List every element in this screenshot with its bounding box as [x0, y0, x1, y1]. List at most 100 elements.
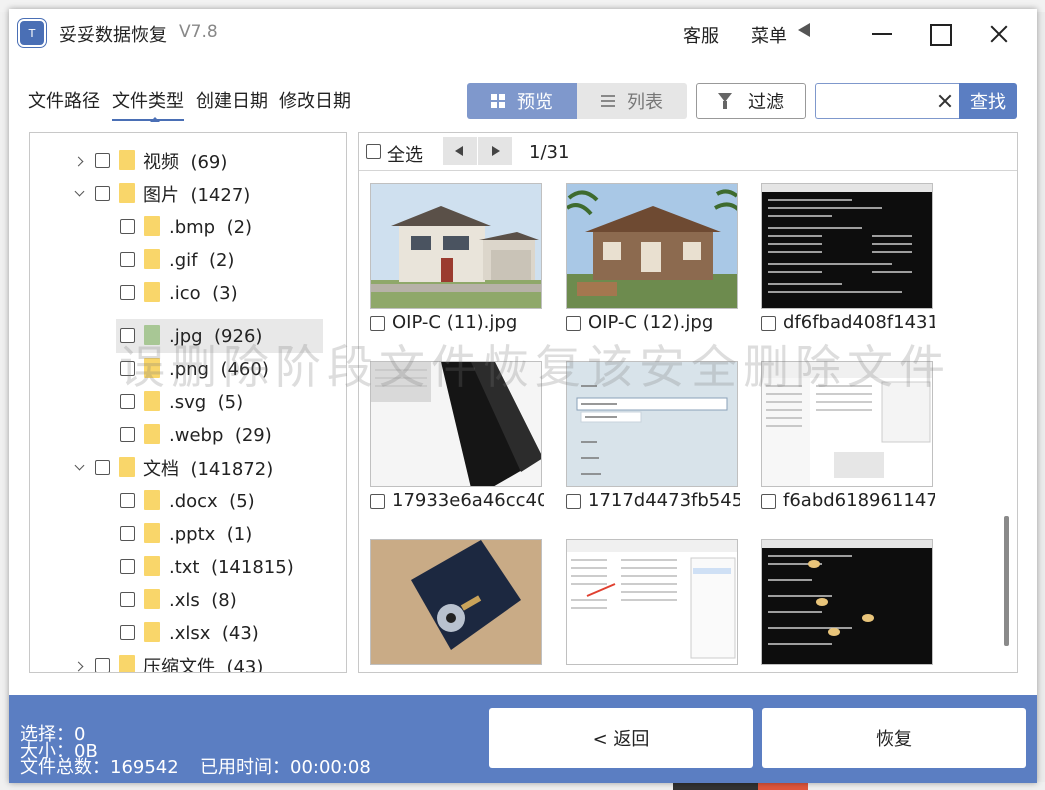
list-view-label: 列表	[627, 92, 663, 113]
minimize-button[interactable]	[862, 17, 902, 51]
tree-checkbox[interactable]	[120, 394, 135, 409]
folder-icon	[119, 457, 135, 477]
thumbnail-checkbox[interactable]	[566, 672, 581, 673]
tree-item-label: .png (460)	[169, 358, 269, 380]
thumbnail-checkbox[interactable]	[370, 494, 385, 509]
tree-item-label: .docx (5)	[169, 490, 255, 512]
tree-checkbox[interactable]	[120, 526, 135, 541]
thumbnail-item[interactable]	[370, 539, 542, 665]
terminal-screenshot-thumbnail	[762, 540, 932, 664]
thumbnail-item[interactable]	[761, 183, 933, 309]
thumbnail-checkbox[interactable]	[566, 316, 581, 331]
tree-item-gif[interactable]: .gif (2)	[30, 245, 325, 275]
back-button[interactable]: < 返回	[489, 708, 753, 768]
file-preview-grid: 全选 1/31 OIP-C (11).jpg OIP-C (12).jpg df…	[358, 132, 1018, 673]
tree-checkbox[interactable]	[120, 592, 135, 607]
list-view-button[interactable]: 列表	[577, 83, 687, 119]
tree-item-label: .jpg (926)	[169, 325, 263, 347]
tree-item-bmp[interactable]: .bmp (2)	[30, 212, 325, 242]
menu-arrow-icon	[798, 23, 810, 37]
tree-checkbox[interactable]	[120, 328, 135, 343]
tab-file-path[interactable]: 文件路径	[28, 87, 100, 113]
tree-checkbox[interactable]	[120, 285, 135, 300]
tree-item-png[interactable]: .png (460)	[30, 354, 325, 384]
tree-item-pptx[interactable]: .pptx (1)	[30, 519, 325, 549]
customer-service-link[interactable]: 客服	[683, 22, 719, 48]
tree-checkbox[interactable]	[95, 460, 110, 475]
folder-icon	[144, 216, 160, 236]
tree-item-txt[interactable]: .txt (141815)	[30, 552, 325, 582]
folder-icon	[144, 249, 160, 269]
preview-view-label: 预览	[517, 92, 553, 113]
tree-item-archives[interactable]: 压缩文件 (43)	[30, 651, 325, 672]
grid-scrollbar[interactable]	[1004, 516, 1009, 646]
tree-item-label: .svg (5)	[169, 391, 244, 413]
tree-item-svg[interactable]: .svg (5)	[30, 387, 325, 417]
tree-checkbox[interactable]	[95, 658, 110, 672]
tree-item-documents[interactable]: 文档 (141872)	[30, 453, 325, 483]
tree-item-images[interactable]: 图片 (1427)	[30, 179, 325, 209]
filter-button[interactable]: 过滤	[696, 83, 806, 119]
tab-created-date[interactable]: 创建日期	[196, 87, 268, 113]
clear-search-icon[interactable]	[934, 90, 956, 112]
prev-page-button[interactable]	[443, 137, 477, 165]
thumbnail-checkbox[interactable]	[761, 494, 776, 509]
search-input[interactable]	[820, 88, 920, 114]
preview-view-button[interactable]: 预览	[467, 83, 577, 119]
thumbnail-item[interactable]	[761, 361, 933, 487]
tree-checkbox[interactable]	[120, 361, 135, 376]
tree-item-label: 文档 (141872)	[143, 459, 274, 480]
tree-item-ico[interactable]: .ico (3)	[30, 278, 325, 308]
tree-item-label: 图片 (1427)	[143, 185, 251, 206]
tree-checkbox[interactable]	[95, 186, 110, 201]
menu-button[interactable]: 菜单	[751, 22, 787, 48]
tree-item-jpg[interactable]: .jpg (926)	[30, 321, 325, 351]
tree-item-xlsx[interactable]: .xlsx (43)	[30, 618, 325, 648]
tree-item-video[interactable]: 视频 (69)	[30, 146, 325, 176]
app-logo-icon: T	[18, 19, 46, 47]
explorer-screenshot-thumbnail	[762, 362, 932, 486]
tree-checkbox[interactable]	[120, 559, 135, 574]
thumbnail-item[interactable]	[566, 183, 738, 309]
thumbnail-checkbox[interactable]	[761, 316, 776, 331]
tree-item-xls[interactable]: .xls (8)	[30, 585, 325, 615]
expand-chevron-icon[interactable]	[75, 662, 85, 672]
search-button[interactable]: 查找	[959, 83, 1017, 119]
maximize-button[interactable]	[919, 17, 959, 51]
thumbnail-filename: OIP-C (11).jpg	[392, 312, 518, 333]
thumbnail-checkbox[interactable]	[761, 672, 776, 673]
thumbnail-checkbox[interactable]	[370, 672, 385, 673]
next-page-button[interactable]	[478, 137, 512, 165]
elapsed-time: 已用时间：00:00:08	[200, 757, 371, 778]
thumbnail-item[interactable]	[566, 539, 738, 665]
thumbnail-item[interactable]	[370, 183, 542, 309]
folder-icon	[119, 655, 135, 672]
tab-modified-date[interactable]: 修改日期	[279, 87, 351, 113]
thumbnail-item[interactable]	[761, 539, 933, 665]
expand-chevron-icon[interactable]	[75, 157, 85, 167]
tree-checkbox[interactable]	[120, 427, 135, 442]
collapse-chevron-icon[interactable]	[75, 189, 85, 199]
tree-checkbox[interactable]	[120, 493, 135, 508]
tree-checkbox[interactable]	[95, 153, 110, 168]
hard-disk-photo-thumbnail	[371, 540, 541, 664]
recover-button[interactable]: 恢复	[762, 708, 1026, 768]
thumbnail-checkbox[interactable]	[566, 494, 581, 509]
close-button[interactable]	[979, 17, 1019, 51]
thumbnail-item[interactable]	[370, 361, 542, 487]
tree-item-docx[interactable]: .docx (5)	[30, 486, 325, 516]
tree-checkbox[interactable]	[120, 625, 135, 640]
select-all-checkbox[interactable]	[366, 144, 381, 159]
tree-checkbox[interactable]	[120, 219, 135, 234]
thumbnail-item[interactable]	[566, 361, 738, 487]
tab-file-type[interactable]: 文件类型	[112, 87, 184, 121]
collapse-chevron-icon[interactable]	[75, 463, 85, 473]
thumbnail-filename: 1717d4473fb545	[588, 490, 740, 511]
total-files: 文件总数：169542	[20, 757, 179, 778]
grid-view-icon	[491, 94, 505, 108]
thumbnail-checkbox[interactable]	[370, 316, 385, 331]
filter-funnel-icon	[718, 93, 732, 109]
tree-item-webp[interactable]: .webp (29)	[30, 420, 325, 450]
tree-checkbox[interactable]	[120, 252, 135, 267]
app-logo-text: T	[28, 26, 36, 40]
